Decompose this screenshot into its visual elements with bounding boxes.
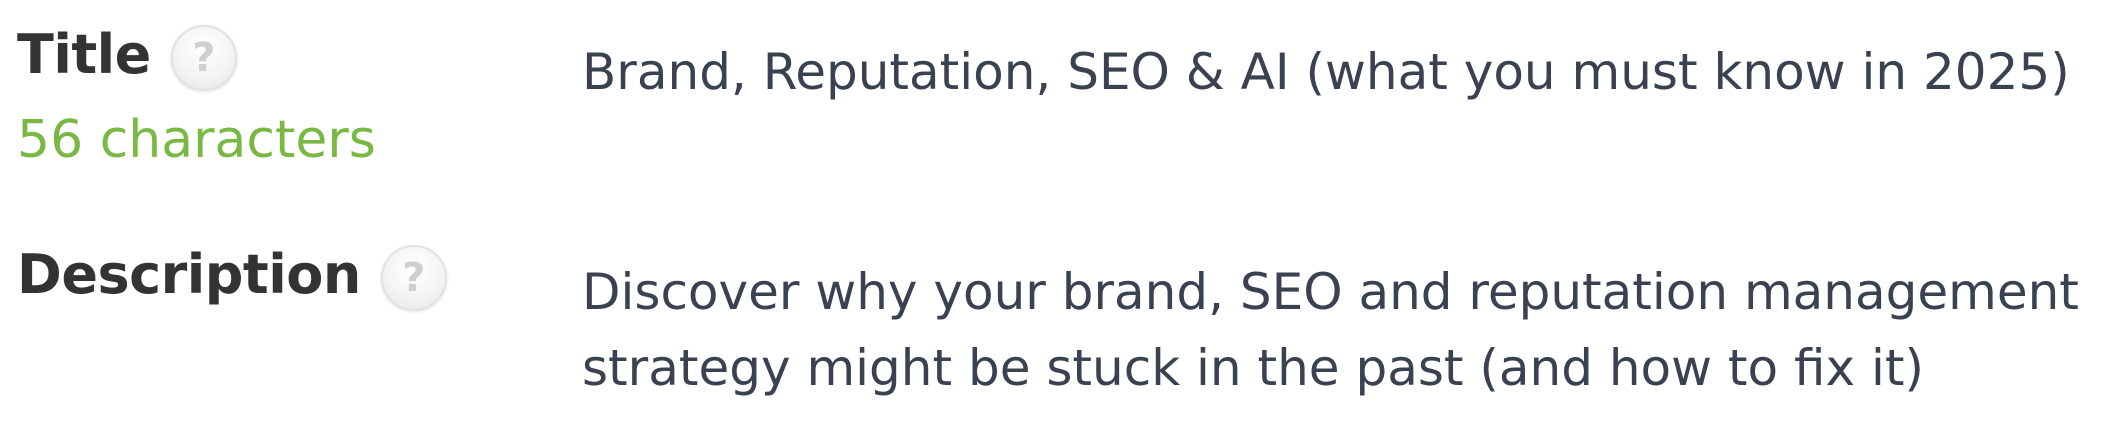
title-label: Title bbox=[17, 23, 151, 86]
title-value-text: Brand, Reputation, SEO & AI (what you mu… bbox=[582, 43, 2070, 101]
description-row: Description ? Discover why your brand, S… bbox=[0, 220, 2122, 434]
title-label-line: Title ? bbox=[17, 0, 557, 110]
description-label-column: Description ? bbox=[17, 220, 557, 330]
title-row: Title ? 56 characters Brand, Reputation,… bbox=[0, 0, 2122, 220]
title-help-icon[interactable]: ? bbox=[170, 25, 237, 91]
description-value: Discover why your brand, SEO and reputat… bbox=[582, 254, 2112, 406]
title-character-count: 56 characters bbox=[17, 110, 376, 170]
title-value: Brand, Reputation, SEO & AI (what you mu… bbox=[582, 34, 2112, 110]
description-value-line-2: strategy might be stuck in the past (and… bbox=[582, 339, 1924, 397]
description-value-line-1: Discover why your brand, SEO and reputat… bbox=[582, 263, 2079, 321]
title-label-column: Title ? 56 characters bbox=[17, 0, 557, 166]
description-help-icon[interactable]: ? bbox=[380, 245, 447, 311]
description-label: Description bbox=[17, 243, 361, 306]
description-label-line: Description ? bbox=[17, 220, 557, 330]
